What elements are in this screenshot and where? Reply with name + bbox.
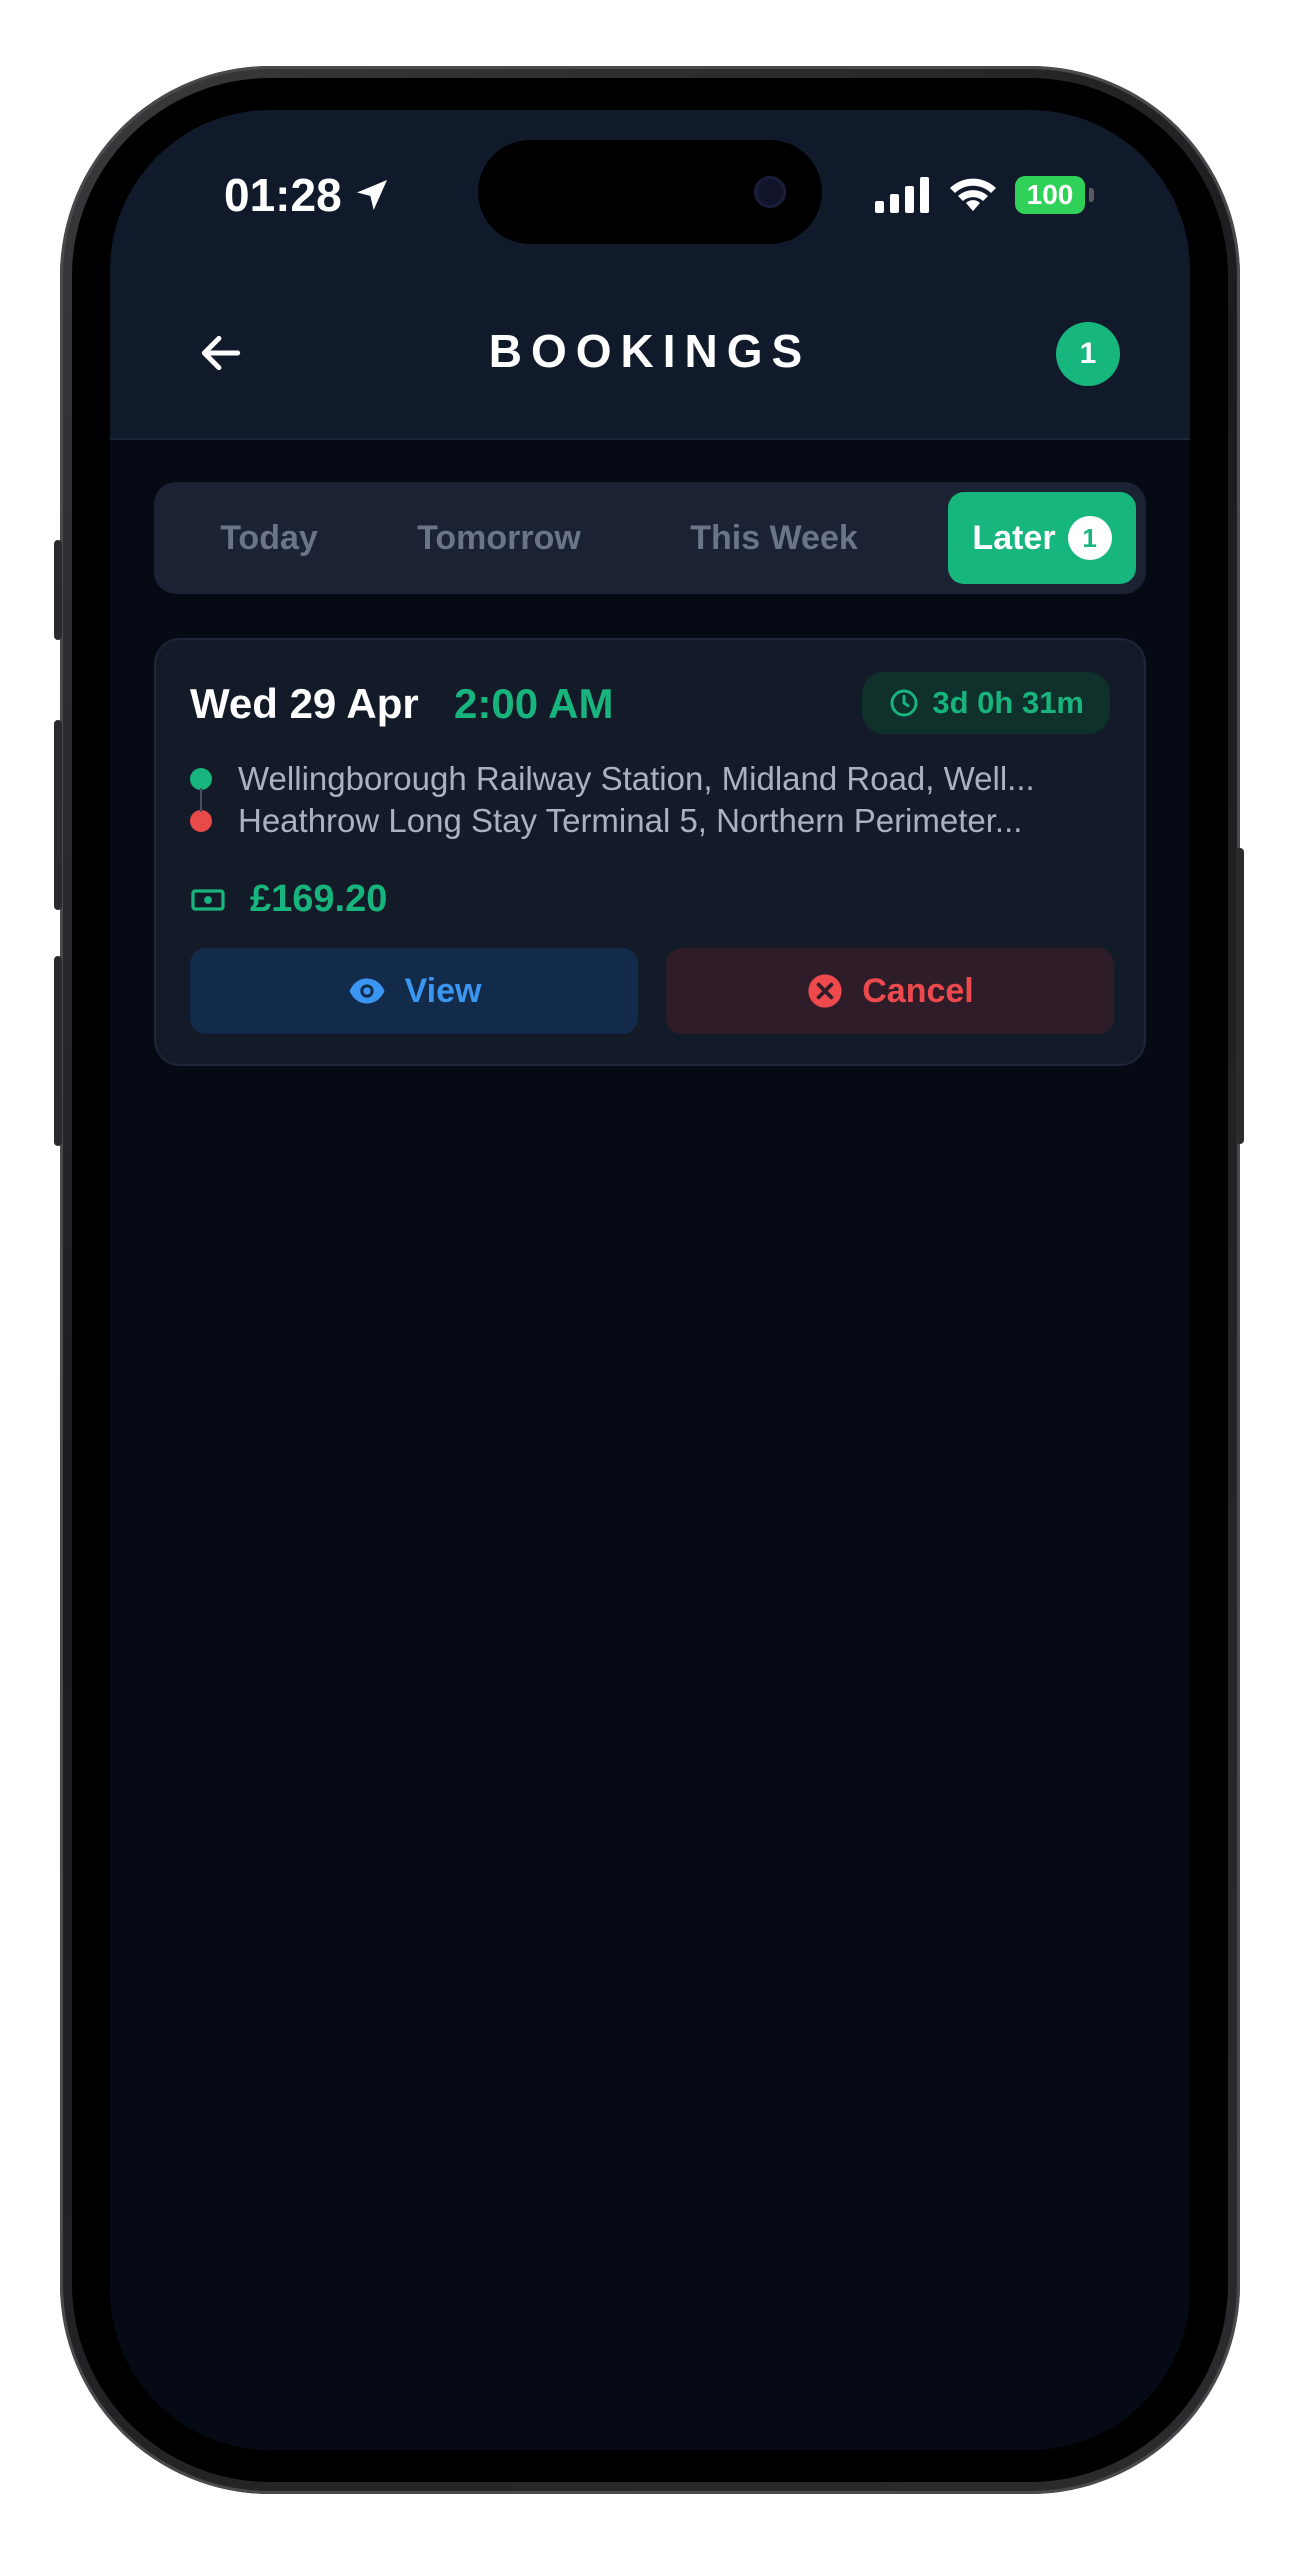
power-button (1236, 848, 1244, 1144)
status-bar-right: 100 (875, 176, 1094, 214)
tab-label: Today (220, 518, 318, 557)
battery-level: 100 (1026, 179, 1074, 210)
tab-today[interactable]: Today (164, 492, 374, 584)
tab-count-badge: 1 (1067, 516, 1112, 560)
route-connector (200, 788, 202, 812)
clock-icon (890, 689, 918, 717)
dynamic-island (478, 140, 822, 244)
pickup-row: Wellingborough Railway Station, Midland … (190, 758, 1120, 800)
tab-label: This Week (690, 518, 858, 557)
x-circle-icon (808, 974, 842, 1008)
page-title: BOOKINGS (488, 325, 812, 377)
app-header: 01:28 100 BOOKINGS 1 (110, 110, 1190, 440)
header-count-badge[interactable]: 1 (1056, 322, 1120, 386)
route-info: Wellingborough Railway Station, Midland … (190, 758, 1120, 842)
booking-time: 2:00 AM (454, 680, 614, 727)
status-bar-time: 01:28 (224, 168, 392, 222)
volume-up-button (54, 720, 62, 910)
signal-icon (875, 177, 929, 213)
action-button (54, 540, 62, 640)
booking-card[interactable]: Wed 29 Apr 2:00 AM 3d 0h 31m Wellingboro… (154, 638, 1146, 1066)
view-button-label: View (404, 971, 482, 1010)
tab-this-week[interactable]: This Week (624, 492, 924, 584)
eye-icon (349, 978, 385, 1004)
countdown-badge: 3d 0h 31m (862, 672, 1110, 734)
countdown-text: 3d 0h 31m (932, 685, 1084, 720)
tab-label: Tomorrow (417, 518, 581, 557)
cancel-button[interactable]: Cancel (666, 948, 1114, 1034)
location-arrow-icon (356, 180, 387, 210)
dropoff-row: Heathrow Long Stay Terminal 5, Northern … (190, 800, 1120, 842)
wifi-icon (950, 178, 996, 211)
dropoff-dot-icon (190, 810, 212, 832)
pickup-dot-icon (190, 768, 212, 790)
front-camera (754, 176, 786, 208)
app-screen: 01:28 100 BOOKINGS 1 Today Tomorrow This… (110, 110, 1190, 2450)
booking-tabs: Today Tomorrow This Week Later 1 (154, 482, 1146, 594)
view-button[interactable]: View (190, 948, 638, 1034)
tab-tomorrow[interactable]: Tomorrow (374, 492, 624, 584)
battery-tip (1089, 188, 1094, 202)
cancel-button-label: Cancel (862, 971, 974, 1010)
status-time-text: 01:28 (224, 169, 342, 221)
tab-label: Later (972, 518, 1056, 557)
battery-indicator: 100 (1015, 176, 1085, 214)
header-badge-count: 1 (1079, 337, 1097, 370)
dropoff-address: Heathrow Long Stay Terminal 5, Northern … (238, 802, 1023, 839)
pickup-address: Wellingborough Railway Station, Midland … (238, 760, 1035, 797)
price-text: £169.20 (250, 878, 388, 920)
booking-price: £169.20 (190, 878, 387, 921)
booking-date: Wed 29 Apr (190, 680, 419, 727)
banknote-icon (191, 888, 225, 911)
tab-later[interactable]: Later 1 (948, 492, 1136, 584)
volume-down-button (54, 956, 62, 1146)
